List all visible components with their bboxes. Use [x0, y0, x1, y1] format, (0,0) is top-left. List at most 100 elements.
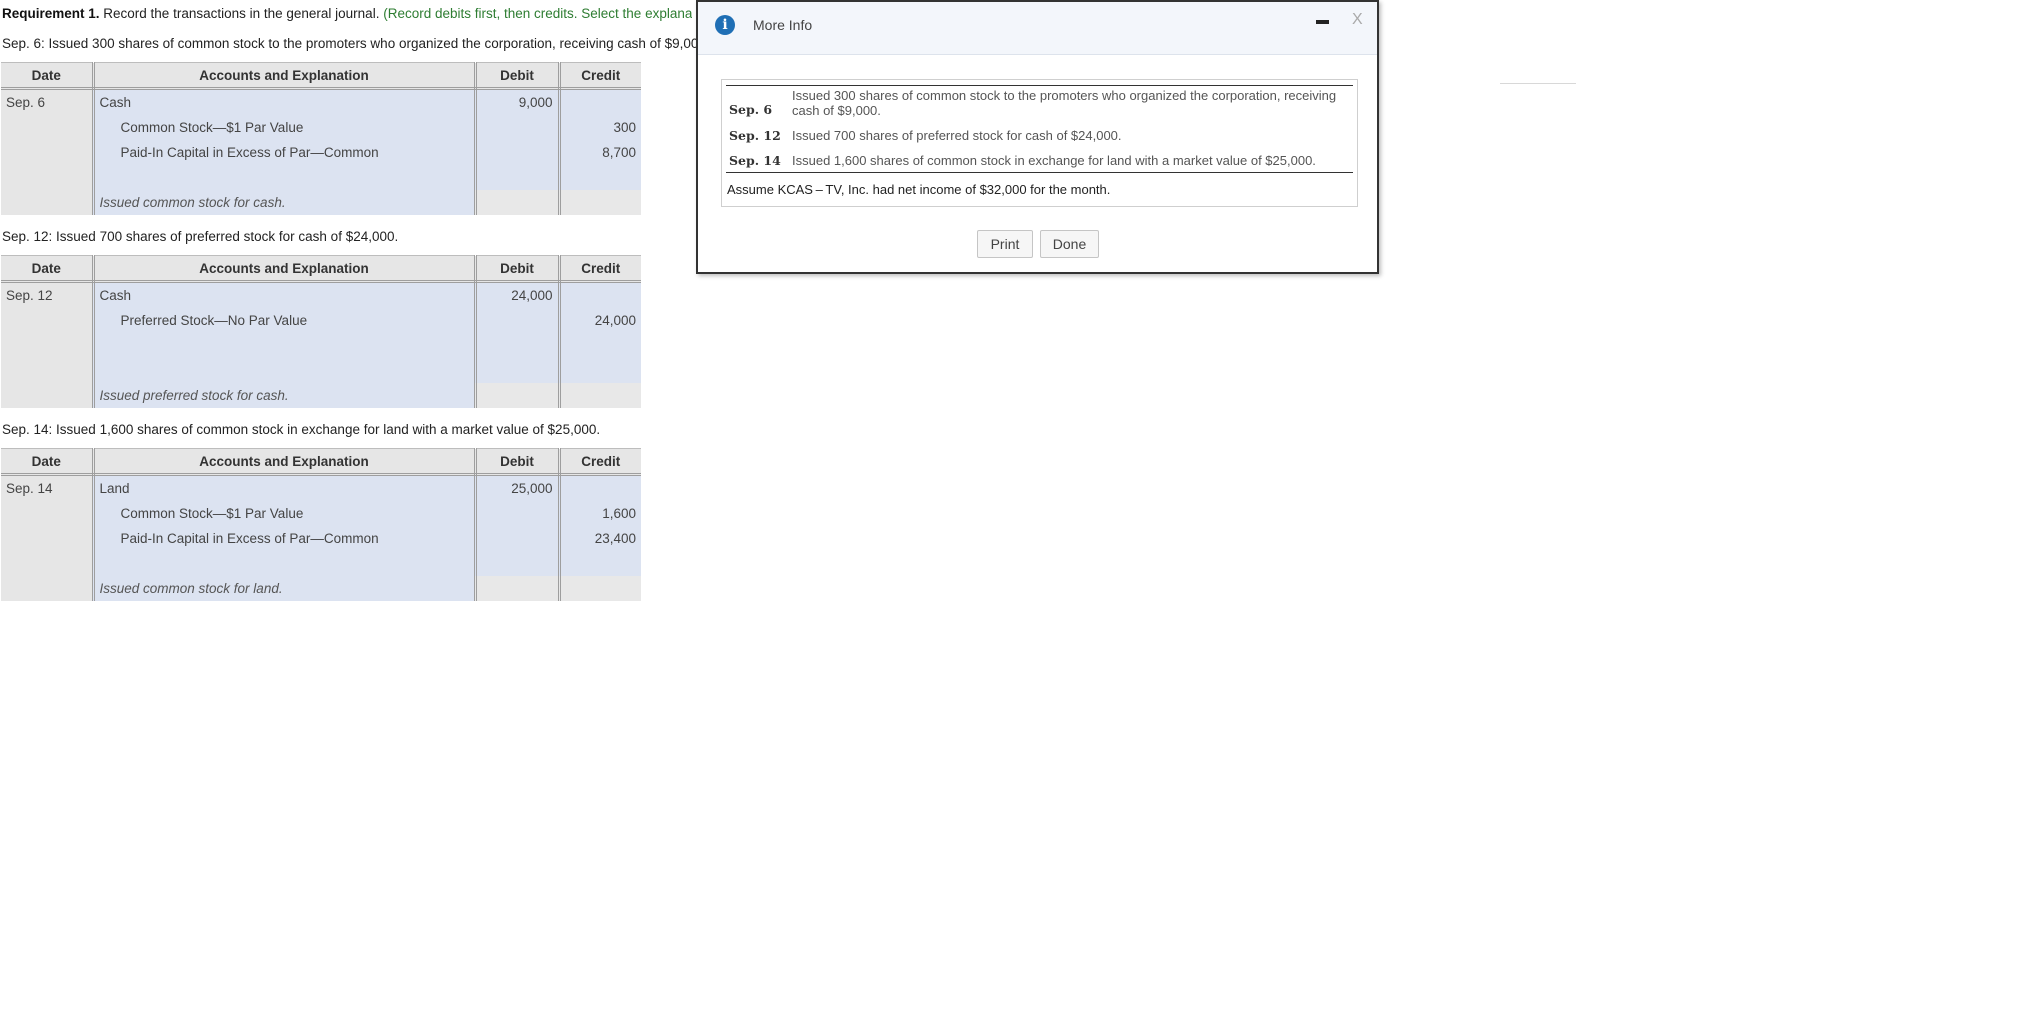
- info-note: Assume KCAS – TV, Inc. had net income of…: [727, 182, 1111, 197]
- debit-cell[interactable]: [475, 501, 561, 526]
- account-cell[interactable]: Common Stock—$1 Par Value: [93, 501, 477, 526]
- debit-cell[interactable]: [475, 526, 561, 551]
- credit-cell: [559, 576, 641, 601]
- done-button[interactable]: Done: [1040, 230, 1099, 258]
- credit-cell[interactable]: 300: [559, 115, 641, 140]
- table-row: Paid-In Capital in Excess of Par—Common …: [1, 140, 641, 165]
- dialog-header: i More Info X: [698, 2, 1377, 55]
- account-cell[interactable]: Cash: [93, 88, 477, 115]
- account-cell[interactable]: [93, 551, 477, 576]
- table-row: Paid-In Capital in Excess of Par—Common …: [1, 526, 641, 551]
- journal-entry-table: Date Accounts and Explanation Debit Cred…: [1, 62, 641, 215]
- debit-cell[interactable]: [475, 551, 561, 576]
- account-cell[interactable]: Preferred Stock—No Par Value: [93, 308, 477, 333]
- journal-entry-table: Date Accounts and Explanation Debit Cred…: [1, 255, 641, 408]
- requirement-heading: Requirement 1. Record the transactions i…: [2, 6, 692, 26]
- debit-column-header: Debit: [475, 62, 561, 90]
- accounts-column-header: Accounts and Explanation: [93, 62, 477, 90]
- debit-cell: [475, 383, 561, 408]
- transaction-text: Issued 700 shares of preferred stock for…: [792, 128, 1122, 143]
- more-info-dialog: i More Info X Sep. 6 Issued 300 shares o…: [696, 0, 1379, 274]
- transaction-date: Sep. 12: [729, 128, 781, 143]
- entry-date: Sep. 14: [1, 474, 95, 601]
- close-button[interactable]: X: [1352, 11, 1363, 29]
- date-column-header: Date: [1, 255, 95, 283]
- debit-column-header: Debit: [475, 255, 561, 283]
- list-item: Sep. 12 Issued 700 shares of preferred s…: [726, 128, 1353, 146]
- transaction-text: Issued 1,600 shares of common stock in e…: [792, 153, 1316, 168]
- divider: [726, 172, 1353, 173]
- debit-cell: [475, 190, 561, 215]
- table-row: Preferred Stock—No Par Value 24,000: [1, 308, 641, 333]
- transaction-date: Sep. 14: [729, 153, 781, 168]
- account-cell[interactable]: [93, 333, 477, 358]
- dialog-title: More Info: [753, 17, 813, 33]
- debit-cell[interactable]: 25,000: [475, 474, 561, 501]
- credit-column-header: Credit: [559, 255, 641, 283]
- explanation-cell[interactable]: Issued preferred stock for cash.: [93, 383, 477, 408]
- requirement-instructions: (Record debits first, then credits. Sele…: [383, 6, 692, 21]
- table-row: Common Stock—$1 Par Value 300: [1, 115, 641, 140]
- account-cell[interactable]: Common Stock—$1 Par Value: [93, 115, 477, 140]
- table-row: Sep. 14 Land 25,000: [1, 474, 641, 601]
- account-cell[interactable]: Paid-In Capital in Excess of Par—Common: [93, 140, 477, 165]
- entry-date: Sep. 6: [1, 88, 95, 215]
- account-cell[interactable]: Land: [93, 474, 477, 501]
- credit-cell[interactable]: 24,000: [559, 308, 641, 333]
- table-row: Common Stock—$1 Par Value 1,600: [1, 501, 641, 526]
- transaction-info-table: Sep. 6 Issued 300 shares of common stock…: [721, 79, 1358, 207]
- debit-cell: [475, 576, 561, 601]
- credit-cell[interactable]: 23,400: [559, 526, 641, 551]
- transaction-prompt: Sep. 12: Issued 700 shares of preferred …: [2, 229, 399, 244]
- account-cell[interactable]: Paid-In Capital in Excess of Par—Common: [93, 526, 477, 551]
- divider: [1500, 83, 1576, 84]
- credit-cell[interactable]: [559, 333, 641, 358]
- table-row: [1, 165, 641, 190]
- minimize-button[interactable]: [1316, 20, 1329, 24]
- credit-cell[interactable]: [559, 281, 641, 308]
- account-cell[interactable]: Cash: [93, 281, 477, 308]
- account-cell[interactable]: [93, 358, 477, 383]
- credit-column-header: Credit: [559, 62, 641, 90]
- list-item: Sep. 14 Issued 1,600 shares of common st…: [726, 153, 1353, 171]
- credit-cell[interactable]: 1,600: [559, 501, 641, 526]
- explanation-cell[interactable]: Issued common stock for land.: [93, 576, 477, 601]
- table-row: [1, 333, 641, 358]
- table-row: Sep. 6 Cash 9,000: [1, 88, 641, 215]
- credit-cell[interactable]: [559, 88, 641, 115]
- print-button[interactable]: Print: [977, 230, 1033, 258]
- debit-cell[interactable]: 9,000: [475, 88, 561, 115]
- credit-cell[interactable]: [559, 358, 641, 383]
- credit-cell[interactable]: [559, 551, 641, 576]
- account-cell[interactable]: [93, 165, 477, 190]
- requirement-label: Requirement 1.: [2, 6, 100, 21]
- list-item: Sep. 6 Issued 300 shares of common stock…: [726, 88, 1353, 120]
- transaction-text: Issued 300 shares of common stock to the…: [792, 88, 1337, 118]
- debit-cell[interactable]: [475, 358, 561, 383]
- journal-entry-table: Date Accounts and Explanation Debit Cred…: [1, 448, 641, 601]
- transaction-prompt: Sep. 6: Issued 300 shares of common stoc…: [2, 36, 710, 51]
- credit-column-header: Credit: [559, 448, 641, 476]
- credit-cell[interactable]: 8,700: [559, 140, 641, 165]
- debit-cell[interactable]: [475, 115, 561, 140]
- credit-cell[interactable]: [559, 165, 641, 190]
- debit-cell[interactable]: [475, 165, 561, 190]
- explanation-row: Issued common stock for cash.: [1, 190, 641, 215]
- explanation-row: Issued preferred stock for cash.: [1, 383, 641, 408]
- transaction-prompt: Sep. 14: Issued 1,600 shares of common s…: [2, 422, 601, 437]
- debit-cell[interactable]: [475, 333, 561, 358]
- transaction-date: Sep. 6: [729, 102, 773, 117]
- credit-cell[interactable]: [559, 474, 641, 501]
- debit-cell[interactable]: [475, 140, 561, 165]
- table-row: [1, 358, 641, 383]
- debit-cell[interactable]: 24,000: [475, 281, 561, 308]
- explanation-row: Issued common stock for land.: [1, 576, 641, 601]
- date-column-header: Date: [1, 62, 95, 90]
- credit-cell: [559, 383, 641, 408]
- table-row: [1, 551, 641, 576]
- accounts-column-header: Accounts and Explanation: [93, 448, 477, 476]
- debit-column-header: Debit: [475, 448, 561, 476]
- entry-date: Sep. 12: [1, 281, 95, 408]
- debit-cell[interactable]: [475, 308, 561, 333]
- explanation-cell[interactable]: Issued common stock for cash.: [93, 190, 477, 215]
